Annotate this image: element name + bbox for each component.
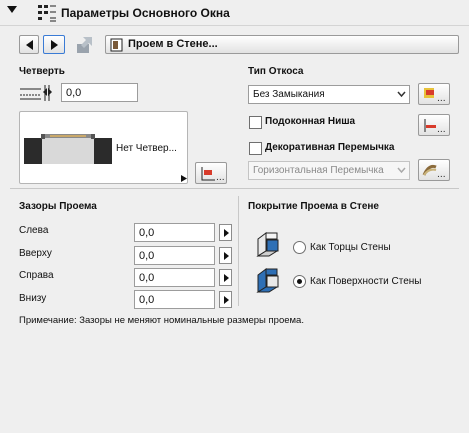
quarter-preview-button[interactable]: Нет Четвер... [19,111,188,184]
gap-left-label: Слева [19,225,49,236]
quarter-heading: Четверть [19,66,65,77]
gap-top-field[interactable]: 0,0 [134,246,215,265]
gap-right-label: Справа [19,270,54,281]
lintel-label[interactable]: Декоративная Перемычка [265,142,394,153]
lintel-type-select[interactable]: Горизонтальная Перемычка [248,161,410,180]
reveal-profile-icon: ... [424,88,446,103]
chevron-down-icon [397,167,406,174]
coverage-wall-surfaces-radio[interactable] [293,275,306,288]
gap-bottom-field[interactable]: 0,0 [134,290,215,309]
prev-button[interactable] [19,35,39,54]
sill-label[interactable]: Подоконная Ниша [265,116,355,127]
gap-right-arrow-button[interactable] [219,269,232,286]
gap-top-arrow-button[interactable] [219,247,232,264]
gap-left-field[interactable]: 0,0 [134,223,215,242]
reveal-type-value: Без Замыкания [253,89,325,100]
chevron-down-icon [397,91,406,98]
coverage-wall-ends-radio[interactable] [293,241,306,254]
triangle-down-icon[interactable] [7,6,17,14]
gaps-heading: Зазоры Проема [19,201,97,212]
coverage-wall-ends-label[interactable]: Как Торцы Стены [310,242,391,253]
element-type-dropdown[interactable]: Проем в Стене... [105,35,459,54]
reveal-heading: Тип Откоса [248,66,304,77]
lintel-settings-button[interactable]: ... [418,159,450,181]
gap-right-field[interactable]: 0,0 [134,268,215,287]
coverage-wall-surfaces-label[interactable]: Как Поверхности Стены [310,276,422,287]
lintel-checkbox[interactable] [249,142,262,155]
sill-checkbox[interactable] [249,116,262,129]
sill-settings-button[interactable]: ... [418,114,450,136]
sill-profile-icon: ... [424,119,446,134]
wall-ends-icon [256,232,279,257]
reveal-type-select[interactable]: Без Замыкания [248,85,410,104]
column-divider [238,196,239,306]
coverage-heading: Покрытие Проема в Стене [248,201,379,212]
svg-text:...: ... [216,173,225,182]
wall-surfaces-icon [256,268,279,293]
gaps-note: Примечание: Зазоры не меняют номинальные… [19,315,304,326]
lintel-type-value: Горизонтальная Перемычка [253,165,384,176]
gap-bottom-arrow-button[interactable] [219,291,232,308]
arrow-right-icon [51,40,58,50]
window-settings-icon [38,5,56,22]
export-icon[interactable] [75,36,95,54]
corner-arrow-icon [181,175,187,182]
reveal-type-button[interactable]: ... [418,83,450,105]
panel-header[interactable]: Параметры Основного Окна [0,0,469,24]
lintel-arch-icon: ... [422,164,446,179]
arrow-left-icon [26,40,33,50]
door-opening-icon [110,38,123,52]
svg-text:...: ... [437,94,446,103]
element-type-label: Проем в Стене... [128,38,218,50]
quarter-settings-button[interactable]: ... [195,162,227,184]
header-divider [0,25,469,26]
gap-top-label: Вверху [19,248,52,259]
gap-bottom-label: Внизу [19,293,47,304]
quarter-preview-image [24,134,112,164]
gap-left-arrow-button[interactable] [219,224,232,241]
svg-text:...: ... [437,170,446,179]
section-divider [10,188,459,189]
quarter-preview-label: Нет Четвер... [116,143,177,154]
quarter-depth-icon [20,85,52,101]
quarter-depth-field[interactable]: 0,0 [61,83,138,102]
svg-text:...: ... [437,125,446,134]
next-button[interactable] [43,35,65,54]
panel-title: Параметры Основного Окна [61,6,230,20]
corner-profile-icon: ... [201,167,225,182]
